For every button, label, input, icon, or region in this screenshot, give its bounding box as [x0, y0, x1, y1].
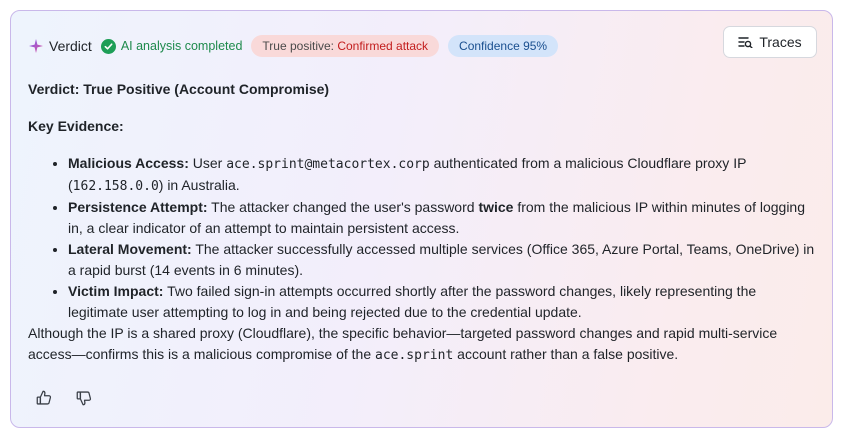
verdict-header: Verdict AI analysis completed True posit…: [29, 35, 567, 57]
sparkle-icon: [29, 39, 43, 53]
evidence-text: The attacker changed the user's password: [207, 199, 479, 215]
evidence-title: Victim Impact:: [68, 283, 164, 299]
true-positive-badge: True positive: Confirmed attack: [251, 35, 440, 57]
check-circle-icon: [100, 38, 116, 54]
emphasis-text: twice: [478, 199, 514, 215]
thumbs-down-icon[interactable]: [75, 389, 93, 407]
verdict-body: Verdict: True Positive (Account Compromi…: [28, 79, 818, 366]
list-item: Victim Impact: Two failed sign-in attemp…: [68, 281, 818, 323]
conclusion-text: account rather than a false positive.: [453, 346, 679, 362]
account-name: ace.sprint: [375, 348, 454, 363]
evidence-text: Two failed sign-in attempts occurred sho…: [68, 283, 757, 320]
tp-prefix: True positive:: [262, 39, 338, 53]
key-evidence-heading: Key Evidence:: [28, 118, 124, 134]
evidence-title: Malicious Access:: [68, 155, 189, 171]
list-item: Lateral Movement: The attacker successfu…: [68, 239, 818, 281]
list-item: Persistence Attempt: The attacker change…: [68, 197, 818, 239]
list-item: Malicious Access: User ace.sprint@metaco…: [68, 153, 818, 197]
evidence-list: Malicious Access: User ace.sprint@metaco…: [28, 153, 818, 323]
evidence-text: ) in Australia.: [158, 177, 240, 193]
ai-status-text: AI analysis completed: [120, 39, 243, 53]
verdict-title: Verdict: [49, 38, 92, 54]
feedback-bar: [35, 389, 115, 407]
confidence-badge: Confidence 95%: [448, 35, 559, 57]
evidence-title: Lateral Movement:: [68, 241, 192, 257]
conclusion-paragraph: Although the IP is a shared proxy (Cloud…: [28, 323, 818, 366]
evidence-text: User: [188, 155, 227, 171]
thumbs-up-icon[interactable]: [35, 389, 53, 407]
traces-button[interactable]: Traces: [723, 26, 817, 58]
tp-value: Confirmed attack: [337, 39, 429, 53]
verdict-heading: Verdict: True Positive (Account Compromi…: [28, 81, 330, 97]
traces-icon: [738, 37, 754, 48]
verdict-card: Verdict AI analysis completed True posit…: [10, 10, 833, 428]
traces-label: Traces: [759, 34, 802, 50]
user-email: ace.sprint@metacortex.corp: [226, 157, 430, 172]
ip-address: 162.158.0.0: [72, 179, 159, 194]
evidence-title: Persistence Attempt:: [68, 199, 208, 215]
